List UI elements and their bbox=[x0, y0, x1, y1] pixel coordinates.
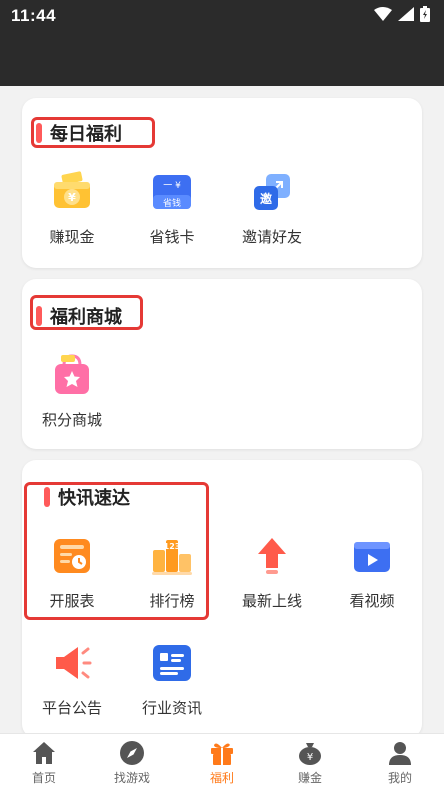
status-bar: 11:44 bbox=[0, 0, 444, 86]
highlight-box-news bbox=[24, 482, 209, 620]
megaphone-icon bbox=[50, 641, 94, 685]
item-label: 平台公告 bbox=[41, 699, 102, 717]
status-icons bbox=[374, 6, 430, 22]
tab-label: 首页 bbox=[31, 771, 56, 785]
invite-friends-item[interactable]: 邀 邀请好友 bbox=[222, 170, 322, 247]
shopping-bag-icon bbox=[50, 353, 94, 397]
bottom-tab-bar: 首页 找游戏 福利 ¥ 赚金 我的 bbox=[0, 733, 444, 790]
compass-icon bbox=[119, 740, 145, 766]
tab-label: 我的 bbox=[387, 771, 412, 785]
tab-benefits[interactable]: 福利 bbox=[178, 740, 266, 786]
money-bag-icon: ¥ bbox=[297, 740, 323, 766]
item-label: 积分商城 bbox=[41, 411, 102, 429]
tab-earn[interactable]: ¥ 赚金 bbox=[266, 740, 354, 786]
new-release-item[interactable]: 最新上线 bbox=[222, 534, 322, 611]
invite-icon: 邀 bbox=[250, 170, 294, 214]
points-mall-item[interactable]: 积分商城 bbox=[22, 353, 122, 430]
highlight-box-daily bbox=[31, 117, 155, 148]
item-label: 邀请好友 bbox=[241, 228, 302, 246]
svg-text:¥: ¥ bbox=[307, 752, 313, 763]
tab-home[interactable]: 首页 bbox=[0, 740, 88, 786]
wifi-icon bbox=[374, 7, 392, 21]
item-label: 行业资讯 bbox=[141, 699, 202, 717]
item-label: 最新上线 bbox=[241, 592, 302, 610]
item-label: 赚现金 bbox=[49, 228, 95, 246]
tab-label: 福利 bbox=[209, 771, 234, 785]
tab-mine[interactable]: 我的 bbox=[356, 740, 444, 786]
user-icon bbox=[387, 740, 413, 766]
highlight-box-mall bbox=[30, 295, 143, 330]
item-label: 看视频 bbox=[349, 592, 395, 610]
item-label: 省钱卡 bbox=[149, 228, 195, 246]
gift-icon bbox=[209, 740, 235, 766]
card-bottom-text: 省钱 bbox=[163, 197, 181, 209]
cash-icon-text: ¥ bbox=[68, 191, 76, 204]
savings-card-item[interactable]: 一 ¥ 省钱 省钱卡 bbox=[122, 170, 222, 247]
card-top-text: 一 ¥ bbox=[163, 181, 181, 191]
tab-label: 找游戏 bbox=[113, 771, 150, 785]
battery-icon bbox=[420, 6, 430, 22]
news-card-icon bbox=[150, 641, 194, 685]
video-icon bbox=[350, 534, 394, 578]
savings-card-icon: 一 ¥ 省钱 bbox=[150, 170, 194, 214]
invite-icon-text: 邀 bbox=[260, 191, 272, 206]
arrow-up-icon bbox=[250, 534, 294, 578]
home-icon bbox=[31, 740, 57, 766]
status-time: 11:44 bbox=[11, 6, 57, 25]
cash-icon: ¥ bbox=[50, 170, 94, 214]
tab-label: 赚金 bbox=[297, 771, 322, 785]
announcement-item[interactable]: 平台公告 bbox=[22, 641, 122, 718]
industry-news-item[interactable]: 行业资讯 bbox=[122, 641, 222, 718]
watch-video-item[interactable]: 看视频 bbox=[322, 534, 422, 611]
signal-icon bbox=[398, 7, 414, 21]
earn-cash-item[interactable]: ¥ 赚现金 bbox=[22, 170, 122, 247]
tab-find-games[interactable]: 找游戏 bbox=[88, 740, 176, 786]
